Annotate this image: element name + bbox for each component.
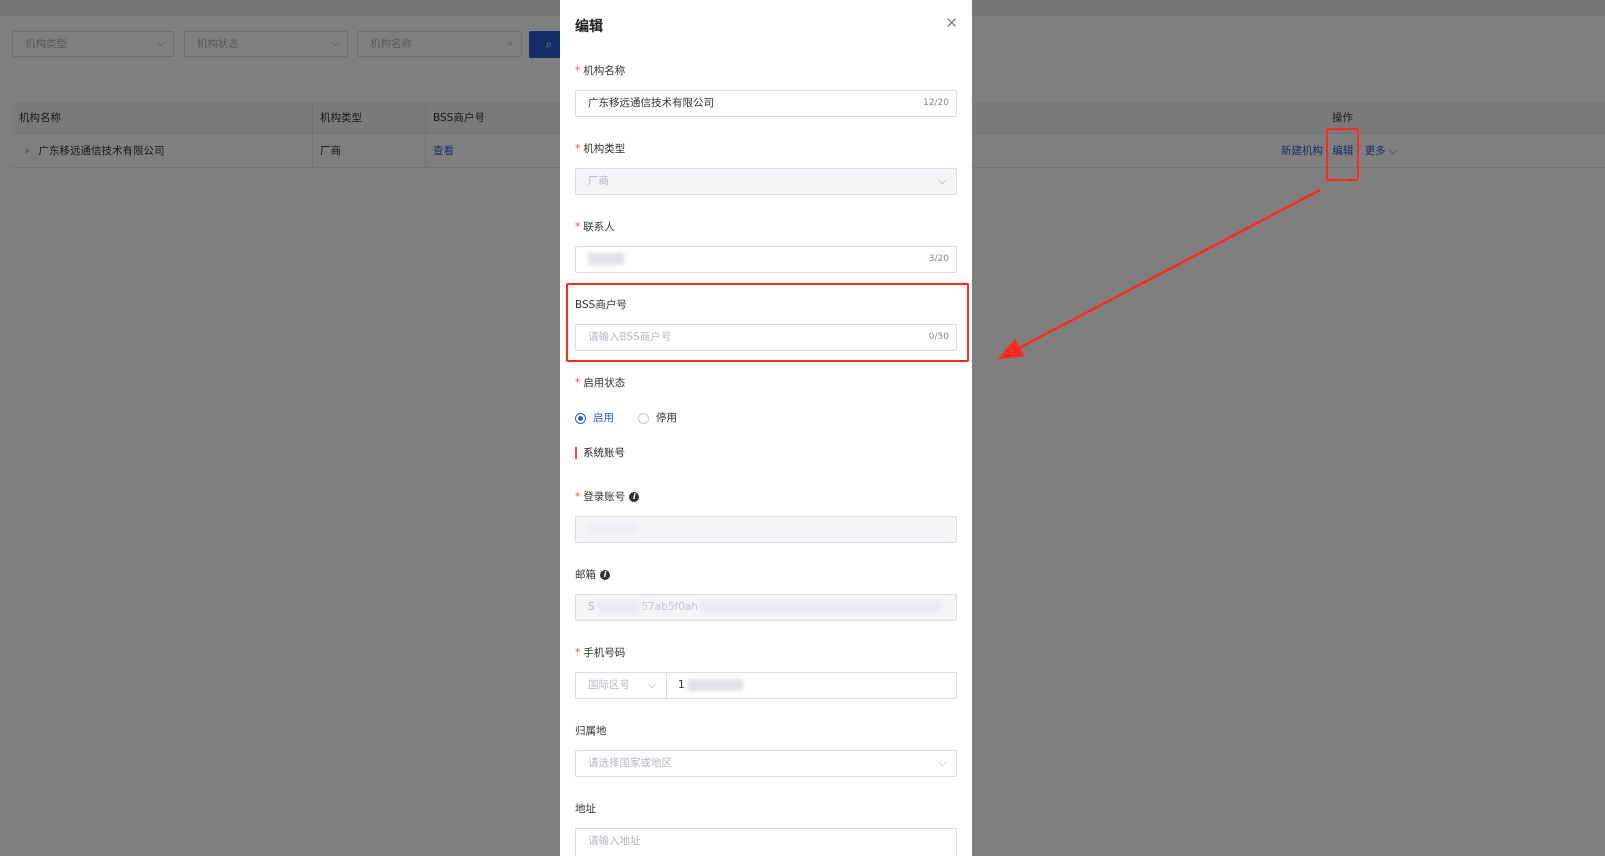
login-redacted-value	[588, 523, 638, 535]
email-label: 邮箱 i	[575, 567, 610, 582]
phone-number-input[interactable]: 1	[666, 672, 957, 699]
contact-label: * 联系人	[575, 221, 615, 233]
radio-checked-icon	[575, 412, 586, 424]
radio-unchecked-icon	[638, 412, 649, 424]
annotation-edit-highlight	[1326, 128, 1359, 181]
org-type-label-text: 机构类型	[583, 143, 626, 155]
edit-dialog: 编辑 ✕ * 机构名称 广东移远通信技术有限公司 12/20 * 机构类型 厂商 ⌵…	[560, 0, 972, 856]
chevron-down-icon: ⌵	[938, 176, 946, 187]
address-label: 地址	[575, 803, 596, 815]
phone-redacted-value	[688, 679, 744, 691]
phone-code-placeholder: 国际区号	[588, 679, 630, 691]
phone-value-prefix: 1	[678, 679, 685, 691]
org-name-counter: 12/20	[923, 98, 949, 108]
address-input[interactable]: 请输入地址	[575, 828, 957, 856]
region-select[interactable]: 请选择国家或地区 ⌵	[575, 750, 957, 777]
info-icon[interactable]: i	[600, 570, 610, 580]
contact-label-text: 联系人	[583, 221, 615, 233]
email-value-prefix: S	[588, 601, 595, 613]
address-placeholder: 请输入地址	[588, 835, 641, 847]
org-type-label: * 机构类型	[575, 143, 626, 155]
dialog-title: 编辑	[575, 19, 603, 35]
status-disabled-label: 停用	[656, 412, 677, 424]
email-label-text: 邮箱	[575, 569, 596, 581]
org-name-value: 广东移远通信技术有限公司	[588, 97, 714, 109]
region-label: 归属地	[575, 725, 607, 737]
phone-country-code-select[interactable]: 国际区号 ⌵	[575, 672, 666, 699]
status-label: * 启用状态	[575, 377, 626, 389]
org-type-value: 厂商	[588, 175, 609, 187]
org-name-label-text: 机构名称	[583, 65, 626, 77]
status-radio-disabled[interactable]: 停用	[638, 410, 677, 425]
chevron-down-icon: ⌵	[938, 758, 946, 769]
org-name-label: * 机构名称	[575, 65, 626, 77]
section-system-account: 系统账号	[575, 447, 625, 459]
email-input[interactable]: S 57ab5f0ah	[575, 594, 957, 621]
phone-label: * 手机号码	[575, 647, 626, 659]
contact-input[interactable]: 3/20	[575, 246, 957, 273]
login-input[interactable]	[575, 516, 957, 543]
org-name-input[interactable]: 广东移远通信技术有限公司 12/20	[575, 90, 957, 117]
contact-redacted-value	[588, 253, 624, 265]
chevron-down-icon: ⌵	[648, 680, 656, 691]
annotation-bss-highlight	[566, 283, 969, 362]
status-enabled-label: 启用	[593, 412, 614, 424]
contact-counter: 3/20	[928, 254, 949, 264]
region-placeholder: 请选择国家或地区	[588, 757, 672, 769]
status-label-text: 启用状态	[583, 377, 626, 389]
email-visible-part: 57ab5f0ah	[641, 601, 698, 613]
login-label-text: 登录账号	[583, 491, 626, 503]
email-redacted-part	[598, 601, 639, 613]
email-redacted-rest	[701, 601, 942, 613]
login-label: * 登录账号 i	[575, 489, 640, 504]
info-icon[interactable]: i	[629, 492, 640, 502]
org-type-select[interactable]: 厂商 ⌵	[575, 168, 957, 195]
status-radio-enabled[interactable]: 启用	[575, 410, 614, 425]
phone-label-text: 手机号码	[583, 647, 626, 659]
close-icon[interactable]: ✕	[945, 14, 958, 32]
